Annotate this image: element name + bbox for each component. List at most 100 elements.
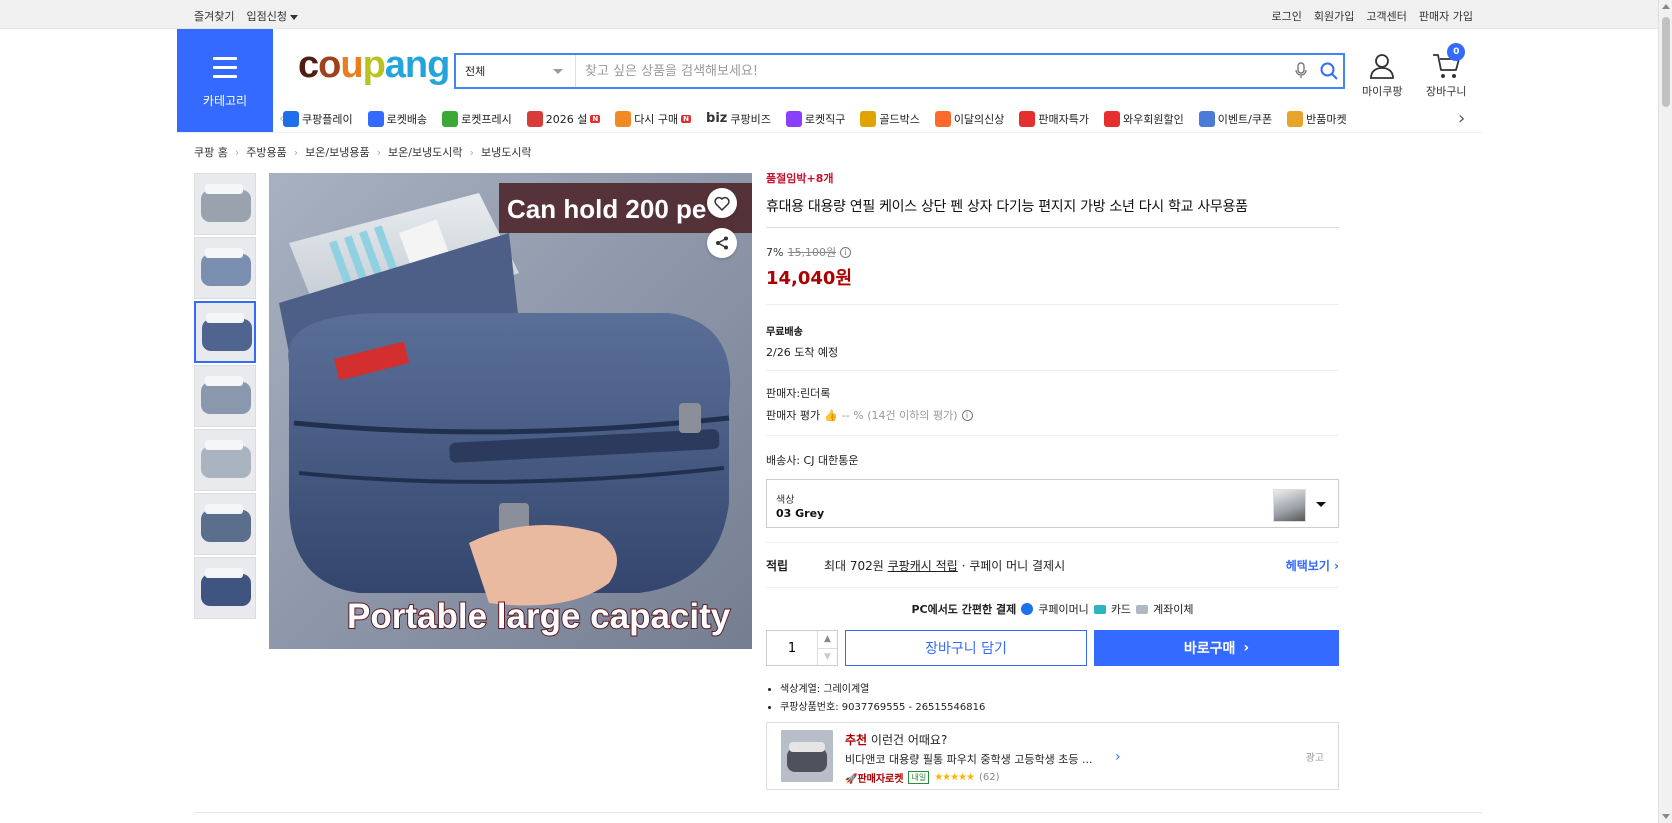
gnb-item[interactable]: 로켓배송	[367, 110, 428, 127]
quantity-input[interactable]	[767, 631, 817, 665]
product-thumbnail[interactable]	[194, 301, 256, 363]
seller-name[interactable]: 판매자:린더록	[766, 385, 1339, 401]
color-option-select[interactable]: 색상 03 Grey	[766, 479, 1339, 528]
gnb-item[interactable]: 다시 구매 N	[615, 110, 692, 127]
info-icon[interactable]: i	[961, 409, 973, 421]
seller-signup-link[interactable]: 판매자 가입	[1419, 8, 1473, 24]
gnb-item[interactable]: 로켓직구	[785, 110, 845, 127]
seller-rocket-badge: 🚀판매자로켓	[845, 774, 904, 785]
product-thumbnail[interactable]	[194, 237, 256, 299]
info-icon[interactable]: i	[840, 246, 852, 258]
product-thumbnail[interactable]	[194, 557, 256, 619]
logo-letter: ang	[384, 44, 451, 86]
mycoupang-button[interactable]: 마이쿠팡	[1362, 52, 1402, 99]
gnb-item[interactable]: biz 쿠팡비즈	[706, 111, 771, 127]
buy-now-label: 바로구매	[1183, 641, 1236, 657]
pay-method: 계좌이체	[1153, 603, 1194, 616]
breadcrumb: 쿠팡 홈 › 주방용품 › 보온/보냉용품 › 보온/보냉도시락 › 보냉도시락	[194, 144, 532, 160]
quantity-down-icon[interactable]: ▼	[818, 648, 837, 665]
breadcrumb-item[interactable]: 보온/보냉용품	[305, 144, 369, 160]
category-button[interactable]: 카테고리	[177, 29, 273, 132]
quantity-up-icon[interactable]: ▲	[818, 631, 837, 648]
chevron-right-icon: ›	[234, 145, 240, 159]
coupang-logo[interactable]: coupang	[298, 44, 451, 87]
reward-row: 적립 최대 702원 쿠팡캐시 적립 · 쿠페이 머니 결제시 헤택보기 ›	[766, 542, 1339, 588]
seller-apply-link[interactable]: 입점신청	[246, 8, 298, 24]
bookmark-link[interactable]: 즐겨찾기	[194, 8, 234, 24]
cart-button[interactable]: 0 장바구니	[1426, 43, 1467, 99]
scroll-up-icon[interactable]	[1662, 4, 1670, 9]
image-caption-bottom: Portable large capacity	[347, 597, 731, 636]
discount-rate: 7%	[766, 245, 784, 259]
cart-label: 장바구니	[1426, 85, 1467, 98]
gnb-item[interactable]: 이달의신상	[934, 110, 1005, 127]
breadcrumb-item[interactable]: 쿠팡 홈	[194, 144, 228, 160]
attribute-item: 색상계열: 그레이계열	[780, 680, 1339, 695]
gnb-item-label: 골드박스	[879, 112, 920, 126]
gnb-item[interactable]: 판매자특가	[1019, 110, 1089, 127]
page-scrollbar[interactable]	[1658, 0, 1672, 823]
benefit-more-link[interactable]: 헤택보기 ›	[1286, 557, 1339, 574]
customer-center-link[interactable]: 고객센터	[1366, 8, 1406, 24]
attribute-item: 쿠팡상품번호: 9037769555 - 26515546816	[780, 698, 1339, 713]
breadcrumb-item[interactable]: 보냉도시락	[481, 144, 532, 160]
logo-letter: c	[298, 44, 319, 86]
gnb-next-icon[interactable]: ›	[1458, 108, 1465, 129]
favorite-button[interactable]	[707, 188, 737, 218]
gnb-item[interactable]: 로켓프레시	[442, 110, 512, 127]
rocket-icon	[367, 110, 384, 127]
gnb-item[interactable]: 와우회원할인	[1104, 110, 1184, 127]
gnb-item-label: 이달의신상	[953, 112, 1005, 126]
gnb-item[interactable]: 쿠팡플레이	[283, 110, 353, 127]
search-scope-select[interactable]: 전체	[456, 55, 576, 87]
buy-now-button[interactable]: 바로구매 ›	[1094, 630, 1339, 666]
login-link[interactable]: 로그인	[1272, 8, 1302, 24]
reward-link[interactable]: 쿠팡캐시 적립	[888, 557, 958, 574]
search-icon[interactable]	[1315, 55, 1343, 87]
microphone-icon[interactable]	[1287, 55, 1315, 87]
gnb-item-label: 로켓배송	[386, 112, 428, 126]
arrival-date: 2/26 도착 예정	[766, 346, 839, 359]
recommend-card[interactable]: 추천 이런건 어때요? 비다앤코 대용량 필통 파우치 중학생 고등학생 초등 …	[766, 722, 1339, 790]
category-label: 카테고리	[202, 94, 248, 108]
divider	[177, 132, 1482, 133]
reward-prefix: 최대 702원	[824, 558, 884, 573]
top-utility-bar: 즐겨찾기 입점신청 로그인 회원가입 고객센터 판매자 가입	[0, 0, 1658, 29]
divider	[766, 304, 1339, 305]
reorder-icon	[615, 110, 632, 127]
user-icon	[1370, 54, 1395, 79]
gnb-item[interactable]: 이벤트/쿠폰	[1198, 110, 1272, 127]
main-product-image[interactable]: Can hold 200 pe Portable large capacity	[269, 173, 752, 649]
shipping-label: 무료배송	[766, 327, 803, 338]
product-thumbnail[interactable]	[194, 173, 256, 235]
share-button[interactable]	[707, 228, 737, 258]
signup-link[interactable]: 회원가입	[1314, 8, 1354, 24]
product-thumbnail[interactable]	[194, 365, 256, 427]
tomorrow-badge: 내일	[908, 771, 930, 784]
gnb-item[interactable]: 골드박스	[860, 110, 920, 127]
breadcrumb-item[interactable]: 보온/보냉도시락	[388, 144, 463, 160]
cart-count-badge: 0	[1447, 43, 1466, 61]
scroll-down-icon[interactable]	[1662, 814, 1670, 819]
chevron-right-icon: ›	[293, 145, 299, 159]
add-to-cart-button[interactable]: 장바구니 담기	[845, 630, 1087, 666]
chevron-right-icon[interactable]: ›	[1115, 749, 1121, 765]
play-icon	[283, 110, 299, 127]
new-badge: N	[681, 114, 692, 123]
gnb-item[interactable]: 2026 설N	[526, 110, 601, 127]
product-thumbnail[interactable]	[194, 493, 256, 555]
heart-icon	[714, 196, 730, 211]
recommend-product-name: 비다앤코 대용량 필통 파우치 중학생 고등학생 초등 ...	[845, 753, 1093, 766]
chevron-right-icon: ›	[469, 145, 474, 159]
gnb-item[interactable]: 반품마켓	[1287, 110, 1347, 127]
caret-down-icon	[289, 14, 298, 20]
image-caption-top: Can hold 200 pe	[507, 194, 706, 224]
search-input[interactable]	[576, 63, 1287, 79]
scrollbar-thumb[interactable]	[1662, 17, 1670, 107]
sale-price: 14,040원	[766, 268, 853, 289]
breadcrumb-item[interactable]: 주방용품	[246, 144, 286, 160]
option-value: 03 Grey	[776, 507, 825, 520]
chevron-down-icon	[553, 68, 563, 74]
product-thumbnail[interactable]	[194, 429, 256, 491]
coupon-icon	[1198, 110, 1215, 127]
